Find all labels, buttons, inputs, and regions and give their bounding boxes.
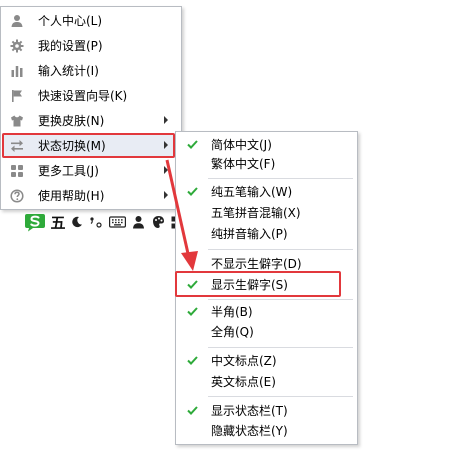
menu-separator xyxy=(208,347,353,348)
gear-icon xyxy=(2,33,32,58)
submenu-item-label: 全角(Q) xyxy=(211,325,254,339)
submenu-arrow-icon xyxy=(164,166,168,174)
submenu-item-label: 显示状态栏(T) xyxy=(211,404,288,418)
check-icon xyxy=(177,181,207,202)
menu-item-change-skin[interactable]: 更换皮肤(N) xyxy=(2,108,180,133)
submenu-item-label: 半角(B) xyxy=(211,305,253,319)
menu-item-input-stats[interactable]: 输入统计(I) xyxy=(2,58,180,83)
help-icon xyxy=(2,183,32,208)
menu-item-label: 使用帮助(H) xyxy=(38,189,105,203)
check-icon xyxy=(177,134,207,155)
menu-separator xyxy=(208,178,353,179)
keyboard-icon[interactable] xyxy=(106,211,128,233)
menu-item-label: 更多工具(J) xyxy=(38,164,99,178)
submenu-item-full-width[interactable]: 全角(Q) xyxy=(177,321,356,342)
menu-separator xyxy=(208,299,353,300)
submenu-item-label: 隐藏状态栏(Y) xyxy=(211,424,288,438)
input-mode-text[interactable]: 五 xyxy=(48,211,68,233)
submenu-item-chinese-punctuation[interactable]: 中文标点(Z) xyxy=(177,350,356,371)
menu-item-label: 快速设置向导(K) xyxy=(38,89,128,103)
submenu-item-wubi-pinyin-mixed[interactable]: 五笔拼音混输(X) xyxy=(177,202,356,223)
submenu-item-label: 不显示生僻字(D) xyxy=(211,257,302,271)
menu-separator xyxy=(208,249,353,250)
submenu-item-show-status-bar[interactable]: 显示状态栏(T) xyxy=(177,400,356,421)
user-icon xyxy=(2,8,32,33)
submenu-item-label: 五笔拼音混输(X) xyxy=(211,206,301,220)
submenu-item-hide-status-bar[interactable]: 隐藏状态栏(Y) xyxy=(177,420,356,441)
menu-item-personal-center[interactable]: 个人中心(L) xyxy=(2,8,180,33)
submenu-item-english-punctuation[interactable]: 英文标点(E) xyxy=(177,371,356,392)
submenu-item-label: 简体中文(J) xyxy=(211,138,272,152)
annotation-box-status-switch xyxy=(2,133,175,158)
bar-chart-icon xyxy=(2,58,32,83)
check-icon xyxy=(177,400,207,421)
shirt-icon xyxy=(2,108,32,133)
submenu-arrow-icon xyxy=(164,191,168,199)
submenu-item-pure-pinyin[interactable]: 纯拼音输入(P) xyxy=(177,223,356,244)
menu-item-more-tools[interactable]: 更多工具(J) xyxy=(2,158,180,183)
menu-item-label: 更换皮肤(N) xyxy=(38,114,105,128)
check-icon xyxy=(177,301,207,322)
punctuation-icon[interactable] xyxy=(86,211,106,233)
skin-icon[interactable] xyxy=(148,211,168,233)
submenu-item-label: 纯拼音输入(P) xyxy=(211,227,288,241)
user-status-icon[interactable] xyxy=(128,211,148,233)
submenu-item-label: 中文标点(Z) xyxy=(211,354,277,368)
submenu-item-label: 英文标点(E) xyxy=(211,375,276,389)
menu-item-label: 我的设置(P) xyxy=(38,39,103,53)
submenu-item-label: 纯五笔输入(W) xyxy=(211,185,293,199)
submenu-item-label: 繁体中文(F) xyxy=(211,157,276,171)
moon-icon[interactable] xyxy=(68,211,86,233)
submenu-item-half-width[interactable]: 半角(B) xyxy=(177,301,356,322)
submenu-arrow-icon xyxy=(164,116,168,124)
flag-icon xyxy=(2,83,32,108)
annotation-box-show-rare-chars xyxy=(175,271,341,297)
sogou-logo-icon[interactable] xyxy=(22,211,48,233)
menu-separator xyxy=(208,396,353,397)
menu-item-quick-setup[interactable]: 快速设置向导(K) xyxy=(2,83,180,108)
submenu-item-traditional-chinese[interactable]: 繁体中文(F) xyxy=(177,153,356,174)
submenu-item-pure-wubi[interactable]: 纯五笔输入(W) xyxy=(177,181,356,202)
submenu-item-simplified-chinese[interactable]: 简体中文(J) xyxy=(177,134,356,155)
menu-item-label: 输入统计(I) xyxy=(38,64,99,78)
ime-status-bar: 五 xyxy=(22,211,186,233)
menu-item-my-settings[interactable]: 我的设置(P) xyxy=(2,33,180,58)
menu-item-label: 个人中心(L) xyxy=(38,14,103,28)
check-icon xyxy=(177,350,207,371)
grid-icon xyxy=(2,158,32,183)
menu-item-help[interactable]: 使用帮助(H) xyxy=(2,183,180,208)
context-menu: 个人中心(L) 我的设置(P) 输入统计(I) 快速设置向导(K) 更换皮肤(N… xyxy=(0,6,182,210)
